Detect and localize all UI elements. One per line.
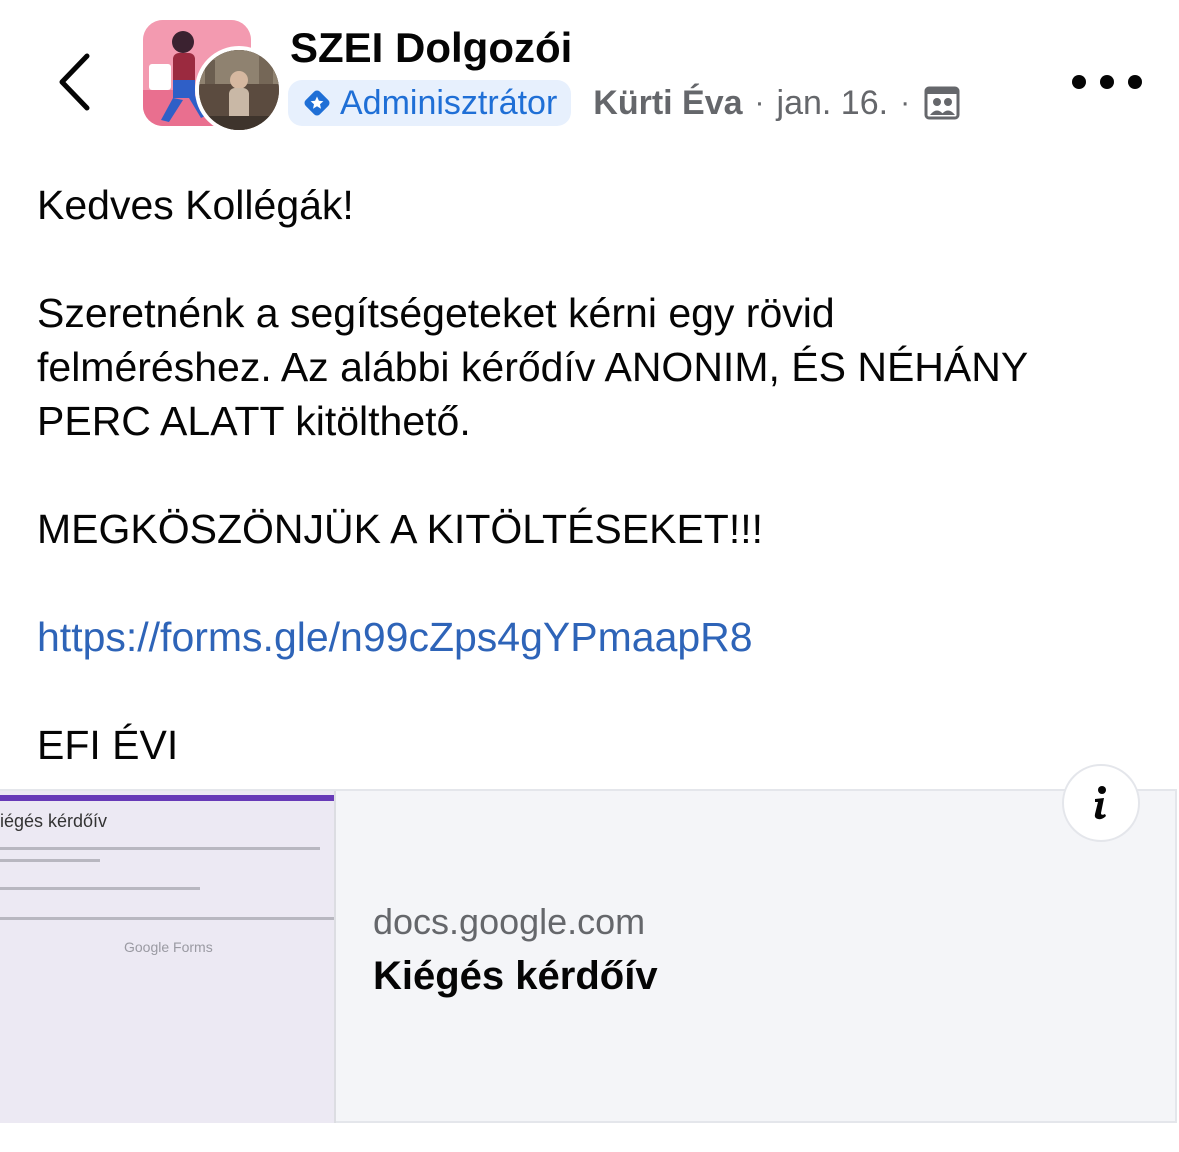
post-greeting: Kedves Kollégák! <box>37 182 354 228</box>
link-preview-domain: docs.google.com <box>373 901 646 942</box>
thumbnail-accent-bar <box>0 795 334 801</box>
post-paragraph-line: PERC ALATT kitölthető. <box>37 398 471 444</box>
meta-separator: · <box>754 86 765 119</box>
post-signature: EFI ÉVI <box>37 722 179 768</box>
thumbnail-brand: Google Forms <box>124 939 213 955</box>
post-meta: Adminisztrátor Kürti Éva · jan. 16. · <box>288 79 960 127</box>
post-paragraph-line: Szeretnénk a segítségeteket kérni egy rö… <box>37 290 835 336</box>
link-preview-thumbnail: iégés kérdőív Google Forms <box>0 791 336 1123</box>
thumbnail-title: iégés kérdőív <box>0 811 108 831</box>
more-horizontal-icon <box>1128 75 1142 89</box>
admin-star-icon <box>302 88 332 118</box>
group-members-icon <box>924 85 960 121</box>
admin-badge[interactable]: Adminisztrátor <box>288 80 572 126</box>
group-name[interactable]: SZEI Dolgozói <box>290 24 572 72</box>
info-icon <box>1094 786 1106 820</box>
more-options-button[interactable] <box>1072 62 1142 102</box>
thumbnail-text-line <box>0 859 100 862</box>
author-name[interactable]: Kürti Éva <box>593 84 742 123</box>
meta-separator: · <box>900 86 911 119</box>
thumbnail-text-line <box>0 887 200 890</box>
link-info-button[interactable] <box>1062 764 1140 842</box>
post-paragraph-line: felméréshez. Az alábbi kérődív ANONIM, É… <box>37 344 1029 390</box>
user-avatar[interactable] <box>195 46 283 134</box>
chevron-left-icon <box>59 53 90 111</box>
thumbnail-text-line <box>0 917 334 920</box>
admin-badge-label: Adminisztrátor <box>340 83 558 122</box>
link-preview-card[interactable]: iégés kérdőív Google Forms docs.google.c… <box>0 789 1177 1123</box>
post-header: SZEI Dolgozói Adminisztrátor Kürti Éva ·… <box>0 0 1179 150</box>
more-horizontal-icon <box>1072 75 1086 89</box>
post-text: Kedves Kollégák! Szeretnénk a segítséget… <box>37 178 1157 772</box>
thumbnail-text-line <box>0 847 320 850</box>
group-avatar[interactable] <box>143 20 283 134</box>
post-thanks: MEGKÖSZÖNJÜK A KITÖLTÉSEKET!!! <box>37 506 764 552</box>
more-horizontal-icon <box>1100 75 1114 89</box>
post-link[interactable]: https://forms.gle/n99cZps4gYPmaapR8 <box>37 614 753 660</box>
link-preview-title: Kiégés kérdőív <box>373 954 658 998</box>
post-date[interactable]: jan. 16. <box>777 84 889 123</box>
back-button[interactable] <box>42 44 106 120</box>
